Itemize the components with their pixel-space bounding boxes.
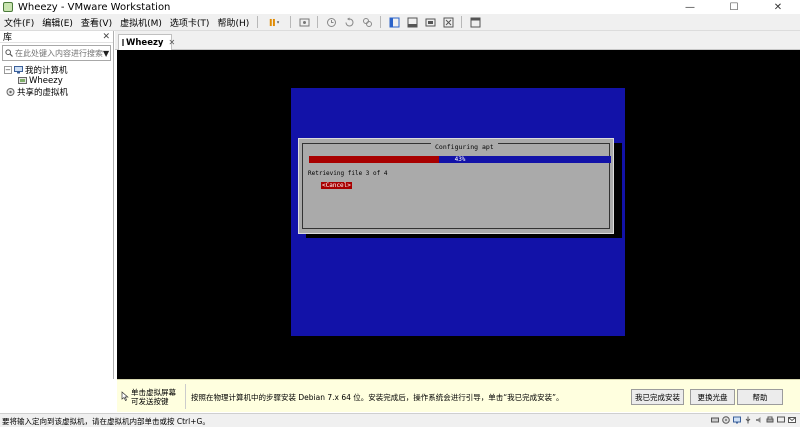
dialog-shadow [614, 143, 622, 238]
unity-icon[interactable] [441, 16, 455, 29]
show-library-icon[interactable] [387, 16, 401, 29]
change-disc-button[interactable]: 更换光盘 [690, 389, 735, 405]
console-view-icon[interactable] [468, 16, 482, 29]
collapse-icon[interactable]: − [4, 65, 12, 74]
menu-vm[interactable]: 虚拟机(M) [116, 16, 166, 29]
snapshot-manager-icon[interactable] [360, 16, 374, 29]
send-ctrl-alt-del-icon[interactable] [297, 16, 311, 29]
menu-help[interactable]: 帮助(H) [213, 16, 253, 29]
vm-console[interactable]: Configuring apt 43% Retrieving file 3 of… [117, 50, 800, 379]
tree-item-shared-vms[interactable]: 共享的虚拟机 [0, 86, 113, 98]
tab-wheezy[interactable]: Wheezy ✕ [118, 34, 175, 50]
close-button[interactable]: ✕ [756, 0, 800, 14]
full-screen-icon[interactable] [423, 16, 437, 29]
guest-screen[interactable]: Configuring apt 43% Retrieving file 3 of… [291, 88, 625, 336]
search-dropdown-icon[interactable]: ▼ [103, 49, 109, 58]
menu-tabs[interactable]: 选项卡(T) [166, 16, 214, 29]
pause-icon[interactable] [264, 16, 284, 29]
menu-edit[interactable]: 编辑(E) [38, 16, 77, 29]
dialog-border: Configuring apt 43% Retrieving file 3 of… [302, 143, 611, 229]
help-button[interactable]: 帮助 [737, 389, 783, 405]
title-bar: Wheezy - VMware Workstation — ☐ ✕ [0, 0, 800, 14]
retrieving-status: Retrieving file 3 of 4 [308, 170, 388, 177]
library-search-box: ▼ [2, 45, 111, 61]
tree-label-shared-vms: 共享的虚拟机 [17, 87, 69, 98]
toolbar-separator [461, 16, 463, 28]
status-message: 要将输入定向到该虚拟机，请在虚拟机内部单击或按 Ctrl+G。 [2, 417, 210, 426]
minimize-button[interactable]: — [668, 0, 712, 14]
sound-card-icon[interactable] [755, 416, 763, 424]
hint-line-2: 可发送按键 [131, 397, 169, 406]
revert-snapshot-icon[interactable] [342, 16, 356, 29]
shared-vm-icon [6, 87, 15, 96]
dialog-shadow [306, 234, 622, 238]
display-icon[interactable] [777, 416, 785, 424]
tree-label-my-computer: 我的计算机 [25, 65, 68, 76]
finished-install-button[interactable]: 我已完成安装 [631, 389, 684, 405]
snapshot-icon[interactable] [324, 16, 338, 29]
computer-icon [14, 65, 23, 73]
tab-label: Wheezy [126, 37, 164, 48]
tab-strip: Wheezy ✕ [115, 31, 800, 50]
search-icon [3, 49, 15, 57]
network-adapter-icon[interactable] [733, 416, 741, 424]
library-tree: − 我的计算机 Wheezy 共享的虚拟机 [0, 64, 113, 98]
toolbar-separator [317, 16, 319, 28]
window-title: Wheezy - VMware Workstation [18, 1, 171, 13]
printer-icon[interactable] [766, 416, 774, 424]
tree-label-wheezy: Wheezy [29, 75, 63, 86]
vmware-app-icon [3, 2, 13, 12]
install-hint-bar: 单击虚拟屏幕 可发送按键 按照在物理计算机中的步骤安装 Debian 7.x 6… [117, 379, 800, 412]
hard-disk-icon[interactable] [711, 416, 719, 424]
library-close-icon[interactable]: ✕ [102, 32, 110, 42]
status-bar: 要将输入定向到该虚拟机，请在虚拟机内部单击或按 Ctrl+G。 [0, 413, 800, 427]
library-search-input[interactable] [15, 48, 103, 58]
library-panel: 库 ✕ ▼ − 我的计算机 Wheezy 共享的虚拟机 [0, 31, 114, 379]
install-instructions: 按照在物理计算机中的步骤安装 Debian 7.x 64 位。安装完成后，操作系… [191, 393, 564, 402]
library-title: 库 [3, 33, 13, 43]
home-tab-icon [122, 39, 124, 46]
hint-line-1: 单击虚拟屏幕 [131, 388, 176, 397]
click-hint-icon [121, 391, 129, 401]
menu-view[interactable]: 查看(V) [77, 16, 116, 29]
hint-divider [185, 384, 186, 409]
menu-file[interactable]: 文件(F) [0, 16, 38, 29]
window-controls: — ☐ ✕ [668, 0, 800, 14]
click-screen-hint: 单击虚拟屏幕 可发送按键 [131, 388, 176, 406]
tree-item-wheezy[interactable]: Wheezy [0, 75, 113, 86]
configuring-apt-dialog: Configuring apt 43% Retrieving file 3 of… [298, 138, 614, 234]
messages-icon[interactable] [788, 416, 796, 424]
maximize-button[interactable]: ☐ [712, 0, 756, 14]
device-icons [711, 416, 796, 424]
toolbar-separator [257, 16, 259, 28]
cancel-button[interactable]: <Cancel> [321, 182, 352, 189]
toolbar-separator [290, 16, 292, 28]
tree-item-my-computer[interactable]: − 我的计算机 [0, 64, 113, 76]
library-header: 库 ✕ [0, 31, 113, 43]
progress-label: 43% [454, 156, 466, 163]
progress-bar: 43% [309, 156, 611, 163]
toolbar-separator [380, 16, 382, 28]
usb-controller-icon[interactable] [744, 416, 752, 424]
menu-bar: 文件(F) 编辑(E) 查看(V) 虚拟机(M) 选项卡(T) 帮助(H) [0, 14, 800, 31]
vm-icon [18, 76, 27, 84]
tab-close-icon[interactable]: ✕ [168, 38, 175, 47]
thumbnail-bar-icon[interactable] [405, 16, 419, 29]
cd-dvd-icon[interactable] [722, 416, 730, 424]
dialog-title: Configuring apt [431, 143, 498, 151]
